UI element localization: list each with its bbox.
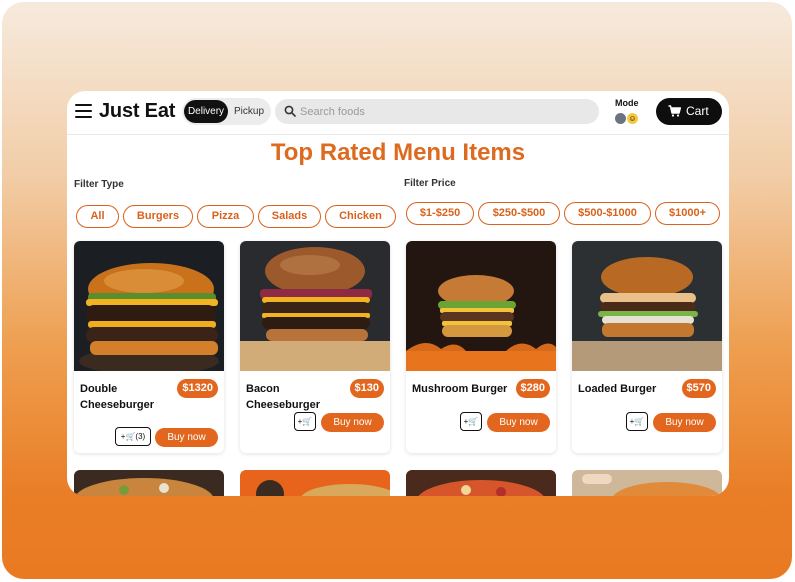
filter-price-label: Filter Price: [404, 178, 456, 189]
menu-item-card: Mushroom Burger $280 +🛒 Buy now: [406, 241, 556, 453]
filter-type-burgers[interactable]: Burgers: [123, 205, 193, 228]
item-name: Loaded Burger: [578, 383, 657, 395]
pickup-option[interactable]: Pickup: [229, 100, 269, 123]
filter-type-chicken[interactable]: Chicken: [325, 205, 396, 228]
food-photo: [572, 241, 722, 371]
dark-mode-dot-icon: [615, 113, 626, 124]
buy-now-button[interactable]: Buy now: [653, 413, 716, 432]
search-input[interactable]: [300, 99, 590, 124]
menu-item-card-partial: [74, 470, 224, 496]
item-price-badge: $570: [681, 379, 716, 398]
add-cart-icon: +🛒: [297, 417, 313, 426]
menu-item-card-partial: [406, 470, 556, 496]
search-bar: [275, 99, 599, 124]
item-name: Bacon Cheeseburger: [246, 383, 320, 411]
food-photo: [74, 241, 224, 371]
filter-type-salads[interactable]: Salads: [258, 205, 321, 228]
buy-now-button[interactable]: Buy now: [155, 428, 218, 447]
cart-label: Cart: [686, 104, 709, 118]
top-nav: Just Eat Delivery Pickup Mode ☺: [67, 91, 729, 135]
food-photo: [406, 241, 556, 371]
buy-now-button[interactable]: Buy now: [321, 413, 384, 432]
menu-item-card-partial: [572, 470, 722, 496]
delivery-option[interactable]: Delivery: [184, 100, 228, 123]
add-to-cart-button[interactable]: +🛒: [460, 412, 482, 431]
menu-item-card: Bacon Cheeseburger $130 +🛒 Buy now: [240, 241, 390, 453]
filter-price-250-500[interactable]: $250-$500: [478, 202, 560, 225]
filter-price-1-250[interactable]: $1-$250: [406, 202, 474, 225]
search-icon: [284, 105, 296, 117]
add-to-cart-button[interactable]: +🛒(3): [115, 427, 151, 446]
filter-price-1000-plus[interactable]: $1000+: [655, 202, 720, 225]
cart-icon: [668, 105, 681, 117]
filter-type-pizza[interactable]: Pizza: [197, 205, 254, 228]
sun-face-icon: ☺: [627, 113, 638, 124]
menu-item-card-partial: [240, 470, 390, 496]
page-title: Top Rated Menu Items: [270, 139, 526, 166]
menu-item-card: Loaded Burger $570 +🛒 Buy now: [572, 241, 722, 453]
menu-item-card: Double Cheeseburger $1320 +🛒(3) Buy now: [74, 241, 224, 453]
filter-type-label: Filter Type: [74, 179, 124, 190]
cart-button[interactable]: Cart: [656, 98, 722, 125]
add-to-cart-button[interactable]: +🛒: [294, 412, 316, 431]
food-photo: [240, 241, 390, 371]
item-name: Mushroom Burger: [412, 383, 508, 395]
item-name: Double Cheeseburger: [80, 383, 154, 411]
background-frame: Just Eat Delivery Pickup Mode ☺: [2, 2, 792, 579]
menu-icon[interactable]: [75, 104, 92, 118]
filter-type-all[interactable]: All: [76, 205, 119, 228]
add-cart-icon: +🛒: [463, 417, 479, 426]
cart-quantity: (3): [135, 432, 146, 441]
item-price-badge: $280: [515, 379, 550, 398]
theme-mode-label: Mode: [615, 98, 639, 108]
buy-now-button[interactable]: Buy now: [487, 413, 550, 432]
add-cart-icon: +🛒: [120, 432, 136, 441]
theme-switch[interactable]: ☺: [615, 112, 641, 126]
add-to-cart-button[interactable]: +🛒: [626, 412, 648, 431]
item-price-badge: $1320: [177, 379, 218, 398]
app-window: Just Eat Delivery Pickup Mode ☺: [67, 91, 729, 496]
item-price-badge: $130: [349, 379, 384, 398]
service-mode-toggle: Delivery Pickup: [182, 98, 271, 125]
app-logo[interactable]: Just Eat: [99, 100, 175, 123]
add-cart-icon: +🛒: [629, 417, 645, 426]
filter-price-500-1000[interactable]: $500-$1000: [564, 202, 651, 225]
